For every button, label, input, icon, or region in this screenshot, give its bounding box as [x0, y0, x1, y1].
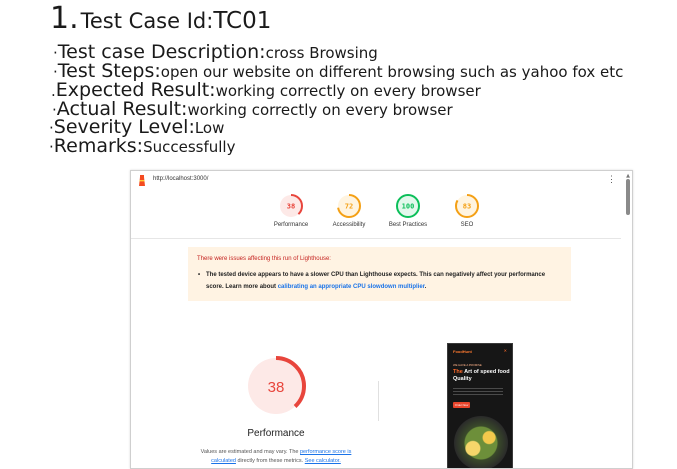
gauge-label: Best Practices [388, 222, 428, 228]
gauge-ring: 100 [396, 194, 420, 218]
preview-order-button: Order Now [453, 402, 470, 408]
note-text: directly from these metrics. [235, 458, 305, 464]
cpu-slowdown-link[interactable]: calibrating an appropriate CPU slowdown … [278, 284, 425, 290]
score-gauge-seo[interactable]: 83 SEO [437, 193, 497, 228]
gauge-ring: 83 [455, 194, 479, 218]
preview-menu-icon: ✕ [503, 348, 507, 353]
field-value: working correctly on every browser [187, 101, 453, 119]
field-value: open our website on different browsing s… [160, 63, 624, 81]
performance-main-gauge: 38 [246, 356, 306, 416]
list-number: 1. [50, 1, 79, 36]
gauge-label: Performance [273, 222, 309, 228]
see-calculator-link[interactable]: See calculator. [305, 458, 341, 464]
field-value: working correctly on every browser [215, 82, 481, 100]
gauge-score: 38 [287, 203, 295, 211]
warning-tail: . [424, 284, 427, 290]
more-options-icon[interactable]: ⋮ [607, 174, 616, 185]
scrollbar-thumb[interactable] [626, 179, 630, 215]
gauge-label: Accessibility [332, 222, 366, 228]
test-case-heading: 1. Test Case Id: TC01 [50, 2, 271, 38]
field-label: Expected Result: [55, 79, 216, 101]
field-remarks: · Remarks: Successfully [49, 136, 235, 157]
page-preview-thumbnail: FoodHunt ✕ WE HAVE A PROMISE The Art of … [447, 343, 513, 468]
header-divider [131, 238, 621, 239]
preview-food-image [454, 416, 508, 468]
report-toolbar: http://localhost:3000/ ⋮ ▲ [131, 171, 632, 215]
field-label: Test case Description: [57, 41, 266, 63]
field-label: Severity Level: [53, 116, 195, 138]
warning-item: • The tested device appears to have a sl… [198, 269, 561, 293]
gauge-ring: 38 [279, 194, 303, 218]
performance-title: Performance [247, 428, 305, 439]
gauge-score: 38 [268, 379, 285, 396]
gauge-score: 72 [345, 203, 353, 211]
lighthouse-icon [139, 175, 145, 186]
preview-kicker: WE HAVE A PROMISE [453, 363, 482, 367]
test-case-id-label: Test Case Id: [80, 9, 214, 33]
test-case-id-value: TC01 [213, 8, 272, 34]
field-value: Successfully [143, 138, 236, 156]
field-value: Low [194, 119, 225, 137]
preview-headline: The Art of speed food Quality [453, 369, 511, 383]
test-case-document: 1. Test Case Id: TC01 · Test case Descri… [0, 0, 677, 160]
bullet: • [198, 272, 201, 278]
gauge-ring: 72 [337, 194, 361, 218]
lighthouse-report-screenshot: http://localhost:3000/ ⋮ ▲ 38 Performanc… [130, 170, 633, 469]
score-gauge-accessibility[interactable]: 72 Accessibility [319, 193, 379, 228]
performance-note: Values are estimated and may vary. The p… [191, 448, 361, 466]
section-divider [378, 381, 379, 421]
gauge-score: 100 [402, 203, 415, 211]
preview-brand: FoodHunt [453, 349, 472, 354]
headline-highlight: The [453, 369, 463, 375]
note-text: Values are estimated and may vary. The [200, 449, 300, 455]
warning-box: There were issues affecting this run of … [188, 247, 571, 301]
gauge-score: 83 [463, 203, 471, 211]
report-url[interactable]: http://localhost:3000/ [153, 176, 208, 182]
field-label: Remarks: [53, 135, 144, 157]
warning-title: There were issues affecting this run of … [197, 256, 331, 262]
field-value: cross Browsing [265, 44, 378, 62]
score-gauge-best-practices[interactable]: 100 Best Practices [378, 193, 438, 228]
field-label: Test Steps: [57, 60, 161, 82]
gauge-label: SEO [460, 222, 474, 228]
score-gauge-performance[interactable]: 38 Performance [261, 193, 321, 228]
preview-paragraph [453, 388, 503, 397]
